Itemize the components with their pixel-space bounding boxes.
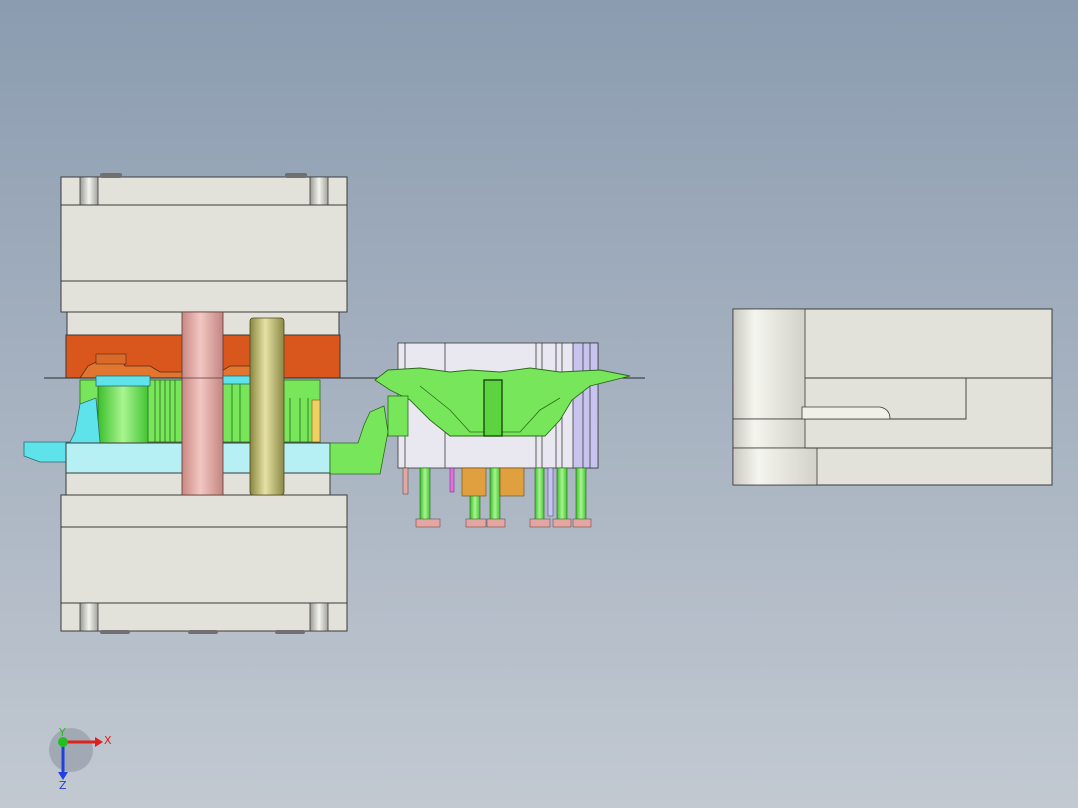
ejector-pin-3 xyxy=(489,467,501,521)
purple-thin-pin xyxy=(547,467,554,517)
clamp-plate-lower[interactable] xyxy=(60,494,348,528)
ejector-pin-heads xyxy=(415,518,592,528)
triad-shade xyxy=(49,728,93,772)
cad-viewport[interactable]: X Y Z xyxy=(0,0,1078,808)
cyan-top-block xyxy=(95,375,151,387)
top-bushing-left xyxy=(79,176,99,206)
guide-pin-olive[interactable] xyxy=(249,317,285,496)
ejector-pins[interactable] xyxy=(402,467,592,528)
y-axis-label: Y xyxy=(58,726,66,739)
ejector-pin-5 xyxy=(556,467,568,521)
section-cylinder xyxy=(732,308,806,420)
magenta-pin xyxy=(449,467,455,493)
ejector-pin-6 xyxy=(575,467,587,521)
lavender-slab xyxy=(572,342,599,469)
pink-thin-pin xyxy=(402,467,409,495)
view-orientation-triad[interactable]: X Y Z xyxy=(49,726,112,792)
z-axis-label: Z xyxy=(59,779,67,792)
bottom-screw-head-3 xyxy=(275,630,305,634)
bottom-screw-head-2 xyxy=(188,630,218,634)
bottom-screw-head-1 xyxy=(100,630,130,634)
green-side-runner[interactable] xyxy=(329,405,389,475)
orange-pin-2 xyxy=(499,467,525,497)
copper-step xyxy=(95,353,127,365)
a-plate[interactable] xyxy=(60,204,348,282)
bottom-clamp-plate[interactable] xyxy=(60,602,348,632)
section-cylinder-base xyxy=(732,447,818,486)
green-core-slot xyxy=(483,379,503,437)
mold-section-detail-view[interactable] xyxy=(732,308,1053,486)
top-bushing-right xyxy=(309,176,329,206)
top-clamp-plate[interactable] xyxy=(60,176,348,206)
green-core-base xyxy=(387,395,409,437)
ejector-housing[interactable] xyxy=(60,526,348,604)
top-screw-head-right xyxy=(285,173,307,178)
top-screw-head-left xyxy=(100,173,122,178)
x-axis-head xyxy=(95,737,103,747)
section-cylinder-mid xyxy=(732,418,806,449)
ejector-pin-4 xyxy=(534,467,545,521)
orange-pin xyxy=(461,467,487,497)
guide-pin-pink[interactable] xyxy=(181,311,224,496)
a-plate-lower[interactable] xyxy=(60,280,348,313)
yellow-insert xyxy=(311,399,321,443)
cyan-top-block-2 xyxy=(221,375,251,385)
ejector-pin-1 xyxy=(419,467,431,521)
bottom-bushing-left xyxy=(79,602,99,632)
bottom-bushing-right xyxy=(309,602,329,632)
section-groove xyxy=(801,406,891,420)
mold-assembly-side-view[interactable] xyxy=(374,342,631,528)
x-axis-label: X xyxy=(104,734,112,747)
green-cylinder xyxy=(97,384,149,444)
